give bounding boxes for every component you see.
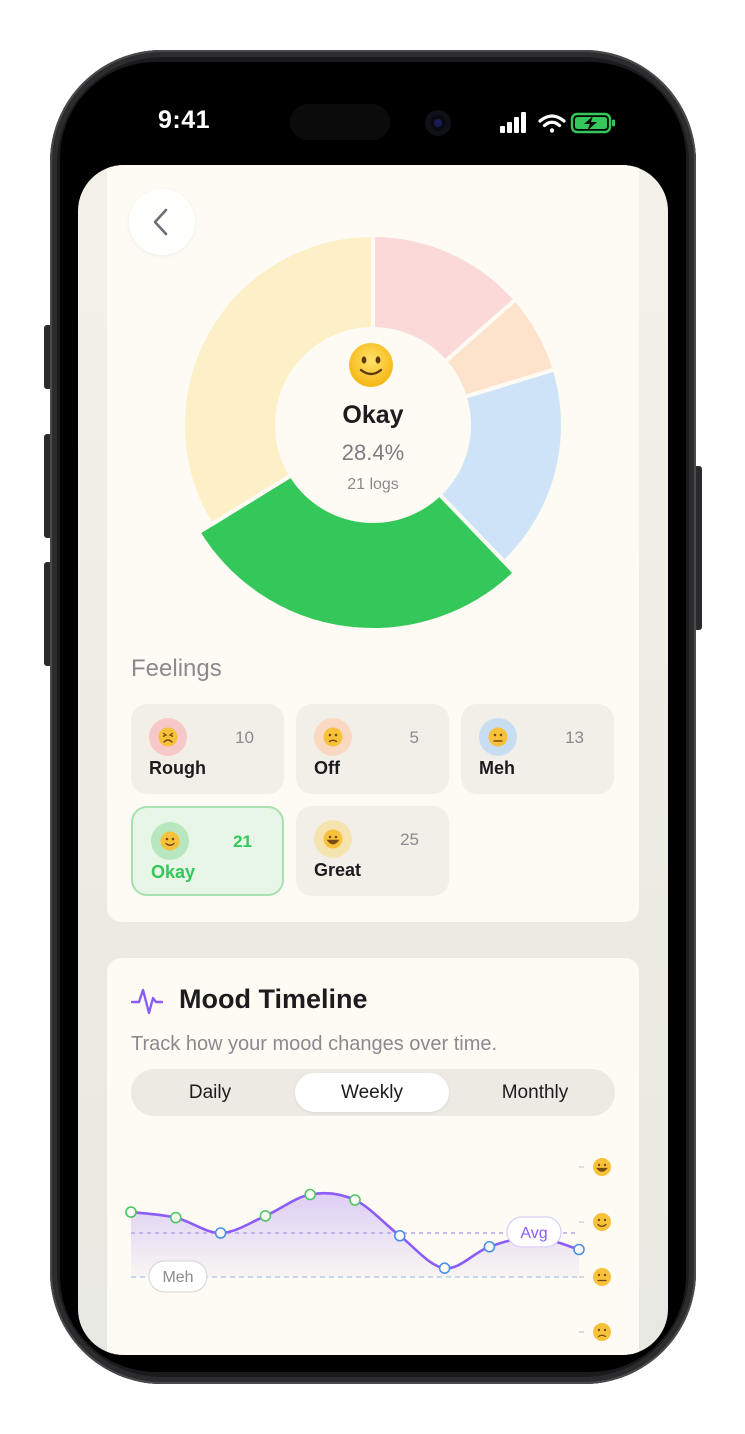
feeling-tile-rough[interactable]: 10 Rough — [131, 704, 284, 794]
period-segmented-control: Daily Weekly Monthly — [131, 1069, 615, 1116]
camera-icon — [425, 110, 451, 136]
feeling-count: 21 — [233, 832, 252, 851]
okay-face-icon — [593, 1213, 611, 1231]
reference-badge: Meh — [148, 1260, 208, 1293]
tab-monthly[interactable]: Monthly — [459, 1073, 611, 1112]
off-face-icon — [593, 1323, 611, 1341]
signal-icon — [500, 112, 526, 133]
data-point-10[interactable] — [573, 1243, 585, 1256]
data-point-4[interactable] — [304, 1188, 316, 1201]
dynamic-island — [290, 104, 390, 140]
tab-daily[interactable]: Daily — [135, 1073, 285, 1112]
feeling-name: Okay — [151, 862, 196, 882]
feeling-tile-okay[interactable]: 21 Okay — [131, 806, 284, 896]
off-face-icon — [314, 718, 352, 756]
data-point-2[interactable] — [214, 1227, 227, 1239]
status-bar: 9:41 — [60, 62, 686, 172]
reference-badge-label: Meh — [162, 1269, 193, 1286]
okay-face-icon — [151, 822, 189, 860]
data-point-6[interactable] — [393, 1229, 406, 1242]
mood-line-chart: Avg Meh — [125, 1158, 611, 1341]
status-icons — [500, 112, 615, 134]
wifi-icon — [538, 114, 566, 133]
data-point-7[interactable] — [438, 1262, 451, 1274]
mood-distribution-card: Okay 28.4% 21 logs Feelings 10 Rough 5 Off 1… — [107, 165, 639, 922]
meh-face-icon — [479, 718, 517, 756]
feeling-tile-off[interactable]: 5 Off — [296, 704, 449, 794]
mood-timeline-card: Mood Timeline Track how your mood change… — [107, 958, 639, 1355]
status-time: 9:41 — [158, 106, 211, 134]
feeling-name: Rough — [149, 758, 206, 778]
back-button[interactable] — [129, 189, 195, 255]
average-badge-label: Avg — [520, 1225, 547, 1242]
timeline-title: Mood Timeline — [179, 984, 368, 1014]
rough-face-icon — [149, 718, 187, 756]
meh-face-icon — [593, 1268, 611, 1286]
data-point-1[interactable] — [170, 1211, 182, 1224]
feelings-title: Feelings — [131, 655, 222, 682]
feeling-tile-great[interactable]: 25 Great — [296, 806, 449, 896]
selected-mood-percent: 28.4% — [341, 440, 405, 465]
feeling-count: 10 — [235, 728, 254, 747]
selected-mood-logs: 21 logs — [347, 476, 399, 493]
feeling-name: Off — [314, 758, 340, 778]
phone-screen: 9:41 Okay 28.4% 21 logs Feelings 10 Roug… — [60, 62, 686, 1372]
data-point-3[interactable] — [259, 1210, 272, 1222]
feeling-count: 13 — [565, 728, 584, 747]
average-badge: Avg — [506, 1216, 562, 1248]
great-face-icon — [593, 1158, 611, 1176]
timeline-subtitle: Track how your mood changes over time. — [131, 1033, 498, 1055]
great-face-icon — [314, 820, 352, 858]
slightly-smiling-face-icon — [349, 343, 393, 387]
data-point-5[interactable] — [349, 1194, 361, 1206]
data-point-0[interactable] — [125, 1206, 137, 1218]
data-point-8[interactable] — [483, 1240, 496, 1253]
tab-weekly[interactable]: Weekly — [295, 1073, 449, 1112]
feeling-count: 5 — [409, 728, 419, 747]
feeling-tile-meh[interactable]: 13 Meh — [461, 704, 614, 794]
battery-charging-icon — [570, 112, 615, 134]
feeling-name: Meh — [479, 758, 515, 778]
feeling-count: 25 — [400, 830, 419, 849]
pulse-icon — [131, 988, 163, 1015]
selected-mood-label: Okay — [342, 401, 404, 429]
chevron-left-icon — [153, 208, 168, 236]
feeling-name: Great — [314, 860, 362, 880]
mood-insights-app: Okay 28.4% 21 logs Feelings 10 Rough 5 Off 1… — [78, 165, 668, 1355]
